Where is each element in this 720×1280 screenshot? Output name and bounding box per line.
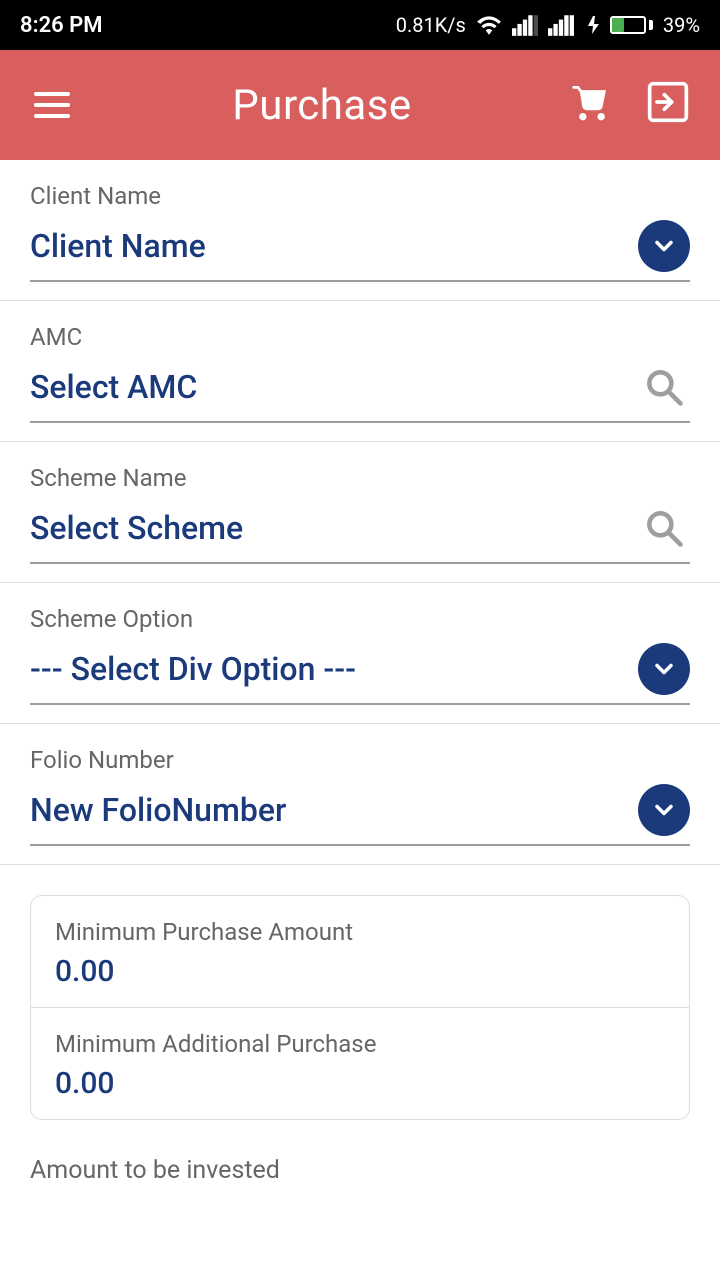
amc-row[interactable]: Select AMC xyxy=(30,361,690,423)
app-bar: Purchase xyxy=(0,50,720,160)
min-purchase-label: Minimum Purchase Amount xyxy=(55,918,665,946)
cart-button[interactable] xyxy=(564,74,620,137)
battery-indicator xyxy=(610,16,653,34)
search-icon xyxy=(642,365,686,409)
folio-number-row[interactable]: New FolioNumber xyxy=(30,784,690,846)
menu-button[interactable] xyxy=(24,82,80,128)
scheme-name-value: Select Scheme xyxy=(30,509,243,547)
page-title: Purchase xyxy=(80,81,564,130)
charging-icon xyxy=(584,14,600,36)
min-purchase-row: Minimum Purchase Amount 0.00 xyxy=(31,896,689,1008)
status-right: 0.81K/s xyxy=(396,13,700,37)
folio-number-dropdown[interactable] xyxy=(638,784,690,836)
client-name-row[interactable]: Client Name xyxy=(30,220,690,282)
folio-number-value: New FolioNumber xyxy=(30,791,286,829)
min-additional-row: Minimum Additional Purchase 0.00 xyxy=(31,1008,689,1119)
client-name-dropdown[interactable] xyxy=(638,220,690,272)
scheme-name-label: Scheme Name xyxy=(30,464,690,492)
amc-value: Select AMC xyxy=(30,368,197,406)
battery-percent: 39% xyxy=(663,13,700,37)
min-purchase-value: 0.00 xyxy=(55,954,665,989)
client-name-label: Client Name xyxy=(30,182,690,210)
signal2-icon xyxy=(548,14,574,36)
search-icon xyxy=(642,506,686,550)
exit-icon xyxy=(646,80,690,124)
cart-icon xyxy=(570,80,614,124)
chevron-down-icon xyxy=(650,232,678,260)
client-name-field: Client Name Client Name xyxy=(0,160,720,301)
scheme-option-value: --- Select Div Option --- xyxy=(30,650,356,688)
amc-search-button[interactable] xyxy=(638,361,690,413)
amc-label: AMC xyxy=(30,323,690,351)
amount-to-invest-label: Amount to be invested xyxy=(0,1130,720,1195)
status-bar: 8:26 PM 0.81K/s xyxy=(0,0,720,50)
scheme-name-field: Scheme Name Select Scheme xyxy=(0,442,720,583)
scheme-option-dropdown[interactable] xyxy=(638,643,690,695)
scheme-search-button[interactable] xyxy=(638,502,690,554)
scheme-option-field: Scheme Option --- Select Div Option --- xyxy=(0,583,720,724)
min-additional-value: 0.00 xyxy=(55,1066,665,1101)
scheme-option-row[interactable]: --- Select Div Option --- xyxy=(30,643,690,705)
info-card: Minimum Purchase Amount 0.00 Minimum Add… xyxy=(30,895,690,1120)
scheme-name-row[interactable]: Select Scheme xyxy=(30,502,690,564)
folio-number-label: Folio Number xyxy=(30,746,690,774)
form-content: Client Name Client Name AMC Select AMC S… xyxy=(0,160,720,1195)
network-speed: 0.81K/s xyxy=(396,13,466,37)
exit-button[interactable] xyxy=(640,74,696,137)
scheme-option-label: Scheme Option xyxy=(30,605,690,633)
min-additional-label: Minimum Additional Purchase xyxy=(55,1030,665,1058)
client-name-value: Client Name xyxy=(30,227,206,265)
signal-icon xyxy=(512,14,538,36)
wifi-icon xyxy=(476,14,502,36)
amc-field: AMC Select AMC xyxy=(0,301,720,442)
chevron-down-icon xyxy=(650,796,678,824)
status-time: 8:26 PM xyxy=(20,13,103,38)
chevron-down-icon xyxy=(650,655,678,683)
folio-number-field: Folio Number New FolioNumber xyxy=(0,724,720,865)
app-bar-actions xyxy=(564,74,696,137)
